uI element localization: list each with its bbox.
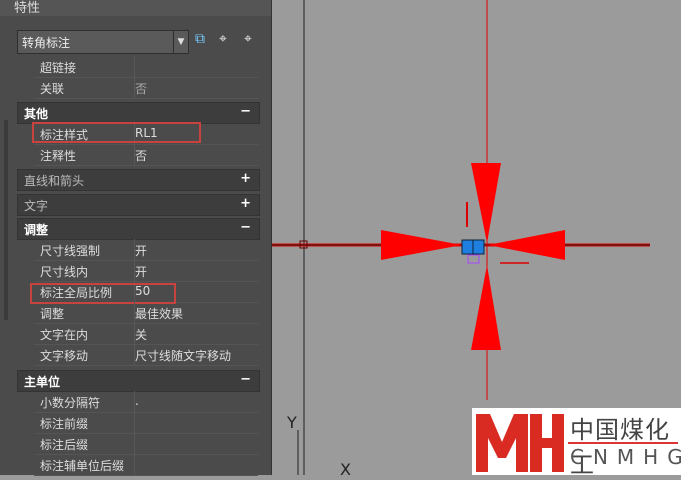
watermark-logo: 中国煤化工 CNMHG xyxy=(472,408,681,479)
collapse-icon[interactable]: − xyxy=(240,104,251,119)
panel-titlebar xyxy=(0,0,271,16)
quick-select-icon[interactable]: ⌖ xyxy=(244,31,252,47)
prop-value: 关 xyxy=(135,328,148,342)
prop-label: 尺寸线内 xyxy=(40,265,89,279)
highlight-box xyxy=(32,122,201,143)
prop-label: 关联 xyxy=(40,82,65,96)
section-text[interactable]: 文字 + xyxy=(17,194,260,216)
prop-row[interactable]: 文字在内 关 xyxy=(34,323,258,345)
section-fit[interactable]: 调整 − xyxy=(17,218,260,240)
arrowhead-right xyxy=(488,230,565,260)
drawing-canvas[interactable]: Y X xyxy=(272,0,681,475)
prop-row[interactable]: 关联 否 xyxy=(34,77,258,99)
column-divider xyxy=(134,433,135,454)
collapse-icon[interactable]: − xyxy=(240,372,251,387)
prop-label: 小数分隔符 xyxy=(40,396,101,410)
select-objects-icon[interactable]: ⌖ xyxy=(219,31,227,47)
prop-row[interactable]: 超链接 xyxy=(34,56,258,78)
prop-row[interactable]: 调整 最佳效果 xyxy=(34,302,258,324)
prop-value: . xyxy=(135,394,139,408)
prop-label: 尺寸线强制 xyxy=(40,244,101,258)
prop-value: 否 xyxy=(135,82,148,96)
prop-label: 调整 xyxy=(40,307,65,321)
properties-panel: 特性 转角标注 ▼ ⧉ ⌖ ⌖ 超链接 关联否 其他 − 标注样式 RL1 注释性否 … xyxy=(0,0,272,476)
prop-value: 开 xyxy=(135,265,148,279)
scrollbar[interactable] xyxy=(4,120,8,320)
prop-label: 其他 xyxy=(24,107,49,121)
expand-icon[interactable]: + xyxy=(240,171,251,186)
panel-title: 特性 xyxy=(14,1,41,16)
prop-label: 直线和箭头 xyxy=(24,174,85,188)
column-divider xyxy=(134,454,135,475)
arrowhead-left xyxy=(381,230,462,260)
prop-row[interactable]: 标注辅单位后缀 xyxy=(34,454,258,476)
chevron-down-icon[interactable]: ▼ xyxy=(173,31,188,53)
prop-value: 否 xyxy=(135,149,148,163)
highlight-box xyxy=(30,283,176,304)
section-primary-units[interactable]: 主单位 − xyxy=(17,370,260,392)
prop-row[interactable]: 标注后缀 xyxy=(34,433,258,455)
column-divider xyxy=(134,412,135,433)
arrowhead-bottom xyxy=(471,265,501,350)
object-type-select[interactable]: 转角标注 ▼ xyxy=(17,30,189,54)
toggle-pickadd-icon[interactable]: ⧉ xyxy=(195,31,205,47)
prop-row[interactable]: 标注前缀 xyxy=(34,412,258,434)
prop-label: 标注后缀 xyxy=(40,438,89,452)
prop-row[interactable]: 注释性 否 xyxy=(34,144,258,166)
prop-value: 最佳效果 xyxy=(135,307,184,321)
prop-value: 尺寸线随文字移动 xyxy=(135,349,232,363)
prop-row[interactable]: 尺寸线强制 开 xyxy=(34,239,258,261)
prop-label: 文字移动 xyxy=(40,349,89,363)
section-other[interactable]: 其他 − xyxy=(17,102,260,124)
prop-label: 注释性 xyxy=(40,149,77,163)
arrowhead-top xyxy=(471,163,501,243)
prop-label: 标注前缀 xyxy=(40,417,89,431)
prop-value: 开 xyxy=(135,244,148,258)
logo-mark xyxy=(476,414,564,472)
column-divider xyxy=(134,56,135,77)
prop-row[interactable]: 小数分隔符. xyxy=(34,391,258,413)
prop-label: 超链接 xyxy=(40,61,77,75)
prop-row[interactable]: 尺寸线内 开 xyxy=(34,260,258,282)
cursor-marker xyxy=(467,254,480,264)
logo-en-text: CNMHG xyxy=(570,445,681,469)
prop-label: 标注辅单位后缀 xyxy=(40,459,125,473)
collapse-icon[interactable]: − xyxy=(240,220,251,235)
selected-type: 转角标注 xyxy=(22,36,71,50)
prop-label: 文字在内 xyxy=(40,328,89,342)
ucs-y-label: Y xyxy=(286,413,297,432)
expand-icon[interactable]: + xyxy=(240,196,251,211)
prop-label: 主单位 xyxy=(24,375,61,389)
ucs-x-label: X xyxy=(340,460,351,475)
prop-row[interactable]: 文字移动 尺寸线随文字移动 xyxy=(34,344,258,366)
prop-label: 调整 xyxy=(24,223,49,237)
section-lines-arrows[interactable]: 直线和箭头 + xyxy=(17,169,260,191)
prop-label: 文字 xyxy=(24,199,49,213)
